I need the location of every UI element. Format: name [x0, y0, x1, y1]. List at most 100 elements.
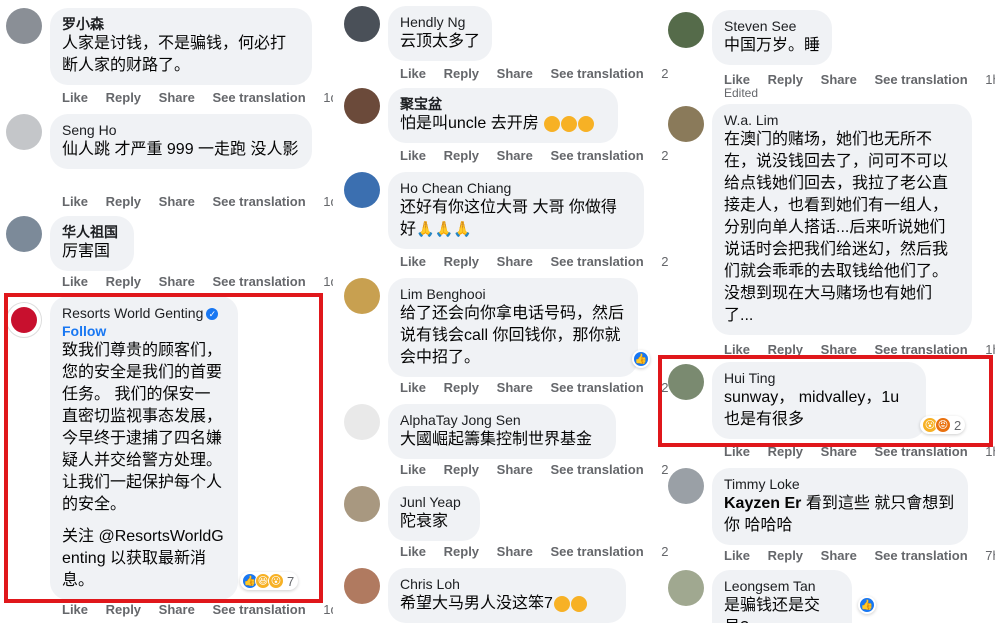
see-translation-link[interactable]: See translation — [212, 90, 305, 105]
see-translation-link[interactable]: See translation — [212, 194, 305, 209]
comment-text: 希望大马男人没这笨7 — [400, 595, 553, 612]
see-translation-link[interactable]: See translation — [550, 254, 643, 269]
avatar[interactable] — [6, 216, 42, 252]
comment-time[interactable]: 1h — [985, 72, 995, 87]
like-button[interactable]: Like — [400, 544, 426, 559]
see-translation-link[interactable]: See translation — [550, 544, 643, 559]
see-translation-link[interactable]: See translation — [874, 72, 967, 87]
avatar[interactable] — [668, 468, 704, 504]
share-button[interactable]: Share — [497, 254, 533, 269]
comment-author[interactable]: Ho Chean Chiang — [400, 179, 632, 197]
comment-time[interactable]: 1d — [323, 194, 333, 209]
reply-button[interactable]: Reply — [444, 66, 479, 81]
avatar[interactable] — [668, 570, 704, 606]
avatar[interactable] — [344, 88, 380, 124]
comment-text-line: Kayzen Er 看到這些 就只會想到你 哈哈哈 — [724, 493, 956, 537]
reply-button[interactable]: Reply — [444, 254, 479, 269]
see-translation-link[interactable]: See translation — [550, 148, 643, 163]
share-button[interactable]: Share — [497, 380, 533, 395]
share-button[interactable]: Share — [497, 544, 533, 559]
comment-bubble: Ho Chean Chiang 还好有你这位大哥 大哥 你做得好🙏🙏🙏 — [388, 172, 644, 249]
comment-author[interactable]: AlphaTay Jong Sen — [400, 411, 604, 429]
comment-author[interactable]: Hendly Ng — [400, 13, 480, 31]
reply-button[interactable]: Reply — [768, 72, 803, 87]
comment-author[interactable]: 聚宝盆 — [400, 95, 606, 113]
share-button[interactable]: Share — [159, 194, 195, 209]
share-button[interactable]: Share — [821, 72, 857, 87]
share-button[interactable]: Share — [497, 148, 533, 163]
like-button[interactable]: Like — [724, 548, 750, 563]
avatar[interactable] — [344, 568, 380, 604]
comment-author[interactable]: Seng Ho — [62, 121, 300, 139]
like-button[interactable]: Like — [62, 194, 88, 209]
comment-author[interactable]: 罗小森 — [62, 15, 300, 33]
comment-author[interactable]: W.a. Lim — [724, 111, 960, 129]
comment-time[interactable]: 1d — [323, 90, 333, 105]
comment-time[interactable]: 7h — [985, 548, 995, 563]
comment-author[interactable]: 华人祖国 — [62, 223, 122, 241]
comment-actions: Like Reply Share See translation 2 — [400, 462, 669, 477]
comment-actions: Like Reply Share See translation 1d — [62, 90, 333, 105]
avatar[interactable] — [344, 6, 380, 42]
share-button[interactable]: Share — [821, 548, 857, 563]
comment-text-line: 怕是叫uncle 去开房 — [400, 113, 606, 135]
see-translation-link[interactable]: See translation — [212, 602, 305, 617]
like-button[interactable]: Like — [400, 380, 426, 395]
reactions-summary[interactable]: 👍 — [858, 596, 876, 614]
avatar[interactable] — [668, 12, 704, 48]
avatar[interactable] — [344, 404, 380, 440]
share-button[interactable]: Share — [159, 274, 195, 289]
avatar[interactable] — [6, 114, 42, 150]
reply-button[interactable]: Reply — [444, 462, 479, 477]
like-button[interactable]: Like — [724, 72, 750, 87]
avatar[interactable] — [6, 8, 42, 44]
comment-text: 人家是讨钱，不是骗钱，何必打断人家的财路了。 — [62, 35, 287, 74]
reply-button[interactable]: Reply — [768, 548, 803, 563]
comment-author[interactable]: Junl Yeap — [400, 493, 468, 511]
comment-time[interactable]: 1d — [323, 602, 333, 617]
mentioned-user-link[interactable]: Kayzen Er — [724, 495, 801, 512]
comment-text: 怕是叫uncle 去开房 — [400, 115, 539, 132]
avatar[interactable] — [668, 106, 704, 142]
comment-author[interactable]: Timmy Loke — [724, 475, 956, 493]
like-button[interactable]: Like — [62, 274, 88, 289]
reply-button[interactable]: Reply — [444, 380, 479, 395]
comment-actions: Like Reply Share See translation 1h — [724, 72, 995, 87]
see-translation-link[interactable]: See translation — [874, 548, 967, 563]
comment-author[interactable]: Chris Loh — [400, 575, 614, 593]
share-button[interactable]: Share — [497, 66, 533, 81]
share-button[interactable]: Share — [497, 462, 533, 477]
comment-text: 是骗钱还是交易? — [724, 597, 821, 623]
rofl-emoji-icon — [544, 115, 561, 132]
comment-actions: Like Reply Share See translation 2 — [400, 380, 669, 395]
see-translation-link[interactable]: See translation — [550, 66, 643, 81]
reply-button[interactable]: Reply — [106, 602, 141, 617]
avatar[interactable] — [344, 278, 380, 314]
like-button[interactable]: Like — [400, 462, 426, 477]
reply-button[interactable]: Reply — [444, 148, 479, 163]
comment-author[interactable]: Steven See — [724, 17, 820, 35]
like-button[interactable]: Like — [62, 602, 88, 617]
share-button[interactable]: Share — [159, 602, 195, 617]
like-button[interactable]: Like — [62, 90, 88, 105]
comment-author[interactable]: Lim Benghooi — [400, 285, 626, 303]
like-button[interactable]: Like — [400, 254, 426, 269]
comment-bubble: Steven See 中国万岁。睡 — [712, 10, 832, 65]
reply-button[interactable]: Reply — [106, 90, 141, 105]
reply-button[interactable]: Reply — [106, 274, 141, 289]
avatar[interactable] — [344, 172, 380, 208]
like-button[interactable]: Like — [400, 66, 426, 81]
see-translation-link[interactable]: See translation — [212, 274, 305, 289]
comment-author[interactable]: Leongsem Tan — [724, 577, 840, 595]
comment-text: 陀衰家 — [400, 513, 449, 530]
comment-time[interactable]: 1d — [323, 274, 333, 289]
reply-button[interactable]: Reply — [444, 544, 479, 559]
see-translation-link[interactable]: See translation — [550, 462, 643, 477]
avatar[interactable] — [344, 486, 380, 522]
reply-button[interactable]: Reply — [106, 194, 141, 209]
comment-actions: Like Reply Share See translation 1d — [62, 274, 333, 289]
see-translation-link[interactable]: See translation — [550, 380, 643, 395]
like-button[interactable]: Like — [400, 148, 426, 163]
reactions-summary[interactable]: 👍 — [632, 350, 650, 368]
share-button[interactable]: Share — [159, 90, 195, 105]
